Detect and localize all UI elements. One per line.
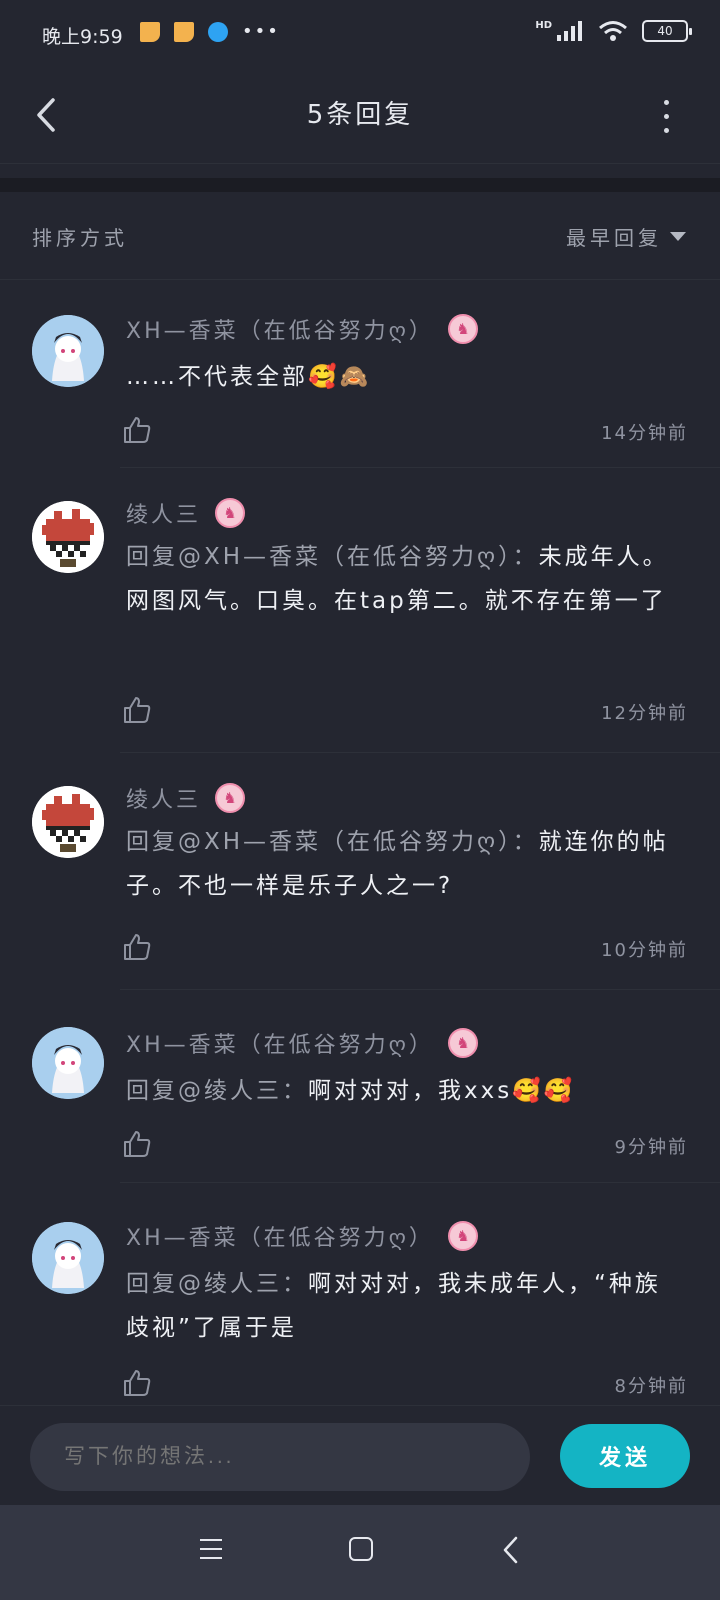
girl-avatar-icon xyxy=(32,315,104,387)
reply-time: 8分钟前 xyxy=(614,1376,688,1397)
badge-icon: ♞ xyxy=(447,1028,478,1058)
avatar[interactable] xyxy=(32,1222,104,1294)
system-nav-bar xyxy=(0,1505,720,1600)
page-title: 5条回复 xyxy=(306,100,414,130)
reply-author[interactable]: 绫人三 xyxy=(126,782,201,814)
girl-avatar-icon xyxy=(32,1027,104,1099)
note-icon xyxy=(140,22,160,42)
mention-link[interactable]: 回复@XH—香菜（在低谷努力ღ）： xyxy=(126,544,539,570)
mention-link[interactable]: 回复@XH—香菜（在低谷努力ღ）： xyxy=(126,829,539,855)
reply-author[interactable]: XH—香菜（在低谷努力ღ） xyxy=(126,1027,434,1059)
battery-level: 40 xyxy=(657,24,673,38)
thumbs-up-icon[interactable] xyxy=(122,415,152,445)
badge-icon: ♞ xyxy=(447,1221,478,1251)
girl-avatar-icon xyxy=(32,1222,104,1294)
reply-item: XH—香菜（在低谷努力ღ） ♞ 回复@绫人三：啊对对对，我xxs🥰🥰 9分钟前 xyxy=(0,989,720,1183)
reply-time: 9分钟前 xyxy=(614,1137,688,1158)
reply-content: 回复@绫人三：啊对对对，我未成年人，“种族歧视”了属于是 xyxy=(126,1271,661,1341)
reply-list[interactable]: XH—香菜（在低谷努力ღ） ♞ ……不代表全部🥰🙈 14分钟前 绫人三 ♞ 回复… xyxy=(0,281,720,1405)
wifi-icon xyxy=(599,21,627,41)
mention-link[interactable]: 回复@绫人三： xyxy=(126,1078,308,1104)
home-button[interactable] xyxy=(349,1537,373,1561)
signal-icon xyxy=(557,21,582,41)
badge-icon: ♞ xyxy=(447,314,478,344)
thumbs-up-icon[interactable] xyxy=(122,1368,152,1398)
composer-bar: 发送 xyxy=(0,1405,720,1505)
avatar[interactable] xyxy=(32,1027,104,1099)
reply-time: 12分钟前 xyxy=(601,703,688,724)
reply-author[interactable]: 绫人三 xyxy=(126,497,201,529)
reply-input[interactable] xyxy=(30,1423,530,1491)
more-vertical-icon xyxy=(663,99,669,105)
app-header: 5条回复 xyxy=(0,70,720,164)
avatar[interactable] xyxy=(32,315,104,387)
reply-content: 回复@XH—香菜（在低谷努力ღ）：就连你的帖子。不也一样是乐子人之一? xyxy=(126,829,669,899)
reply-author[interactable]: XH—香菜（在低谷努力ღ） xyxy=(126,1220,434,1252)
badge-icon: ♞ xyxy=(215,783,246,813)
status-time: 晚上9:59 xyxy=(42,26,123,48)
reply-content: ……不代表全部🥰🙈 xyxy=(126,364,372,390)
menu-icon xyxy=(200,1539,222,1541)
network-type: HD xyxy=(535,19,552,31)
sort-value: 最早回复 xyxy=(566,226,662,250)
more-options-button[interactable] xyxy=(656,94,676,138)
status-bar: 晚上9:59 ••• HD 40 xyxy=(0,0,720,70)
reply-author[interactable]: XH—香菜（在低谷努力ღ） xyxy=(126,313,434,345)
sort-label: 排序方式 xyxy=(32,226,128,250)
reply-content: 回复@绫人三：啊对对对，我xxs🥰🥰 xyxy=(126,1078,576,1104)
recent-apps-button[interactable] xyxy=(200,1539,222,1559)
battery-icon: 40 xyxy=(642,20,692,42)
reply-time: 10分钟前 xyxy=(601,940,688,961)
thumbs-up-icon[interactable] xyxy=(122,695,152,725)
browser-icon xyxy=(208,22,228,42)
section-divider xyxy=(0,178,720,192)
send-button[interactable]: 发送 xyxy=(560,1424,690,1488)
reply-item: 绫人三 ♞ 回复@XH—香菜（在低谷努力ღ）：就连你的帖子。不也一样是乐子人之一… xyxy=(0,752,720,990)
thumbs-up-icon[interactable] xyxy=(122,932,152,962)
sort-bar: 排序方式 最早回复 xyxy=(0,192,720,280)
reply-content: 回复@XH—香菜（在低谷努力ღ）：未成年人。网图风气。口臭。在tap第二。就不存… xyxy=(126,544,669,614)
pixel-avatar-icon xyxy=(32,786,104,858)
reply-item: XH—香菜（在低谷努力ღ） ♞ 回复@绫人三：啊对对对，我未成年人，“种族歧视”… xyxy=(0,1182,720,1405)
note-icon xyxy=(174,22,194,42)
thumbs-up-icon[interactable] xyxy=(122,1129,152,1159)
avatar[interactable] xyxy=(32,786,104,858)
nav-back-button[interactable] xyxy=(500,1535,522,1565)
reply-item: XH—香菜（在低谷努力ღ） ♞ ……不代表全部🥰🙈 14分钟前 xyxy=(0,281,720,468)
pixel-avatar-icon xyxy=(32,501,104,573)
avatar[interactable] xyxy=(32,501,104,573)
sort-dropdown[interactable]: 最早回复 xyxy=(566,222,686,251)
reply-time: 14分钟前 xyxy=(601,423,688,444)
mention-link[interactable]: 回复@绫人三： xyxy=(126,1271,308,1297)
badge-icon: ♞ xyxy=(215,498,246,528)
caret-down-icon xyxy=(670,232,686,241)
more-dots-icon: ••• xyxy=(242,21,280,42)
reply-item: 绫人三 ♞ 回复@XH—香菜（在低谷努力ღ）：未成年人。网图风气。口臭。在tap… xyxy=(0,467,720,753)
